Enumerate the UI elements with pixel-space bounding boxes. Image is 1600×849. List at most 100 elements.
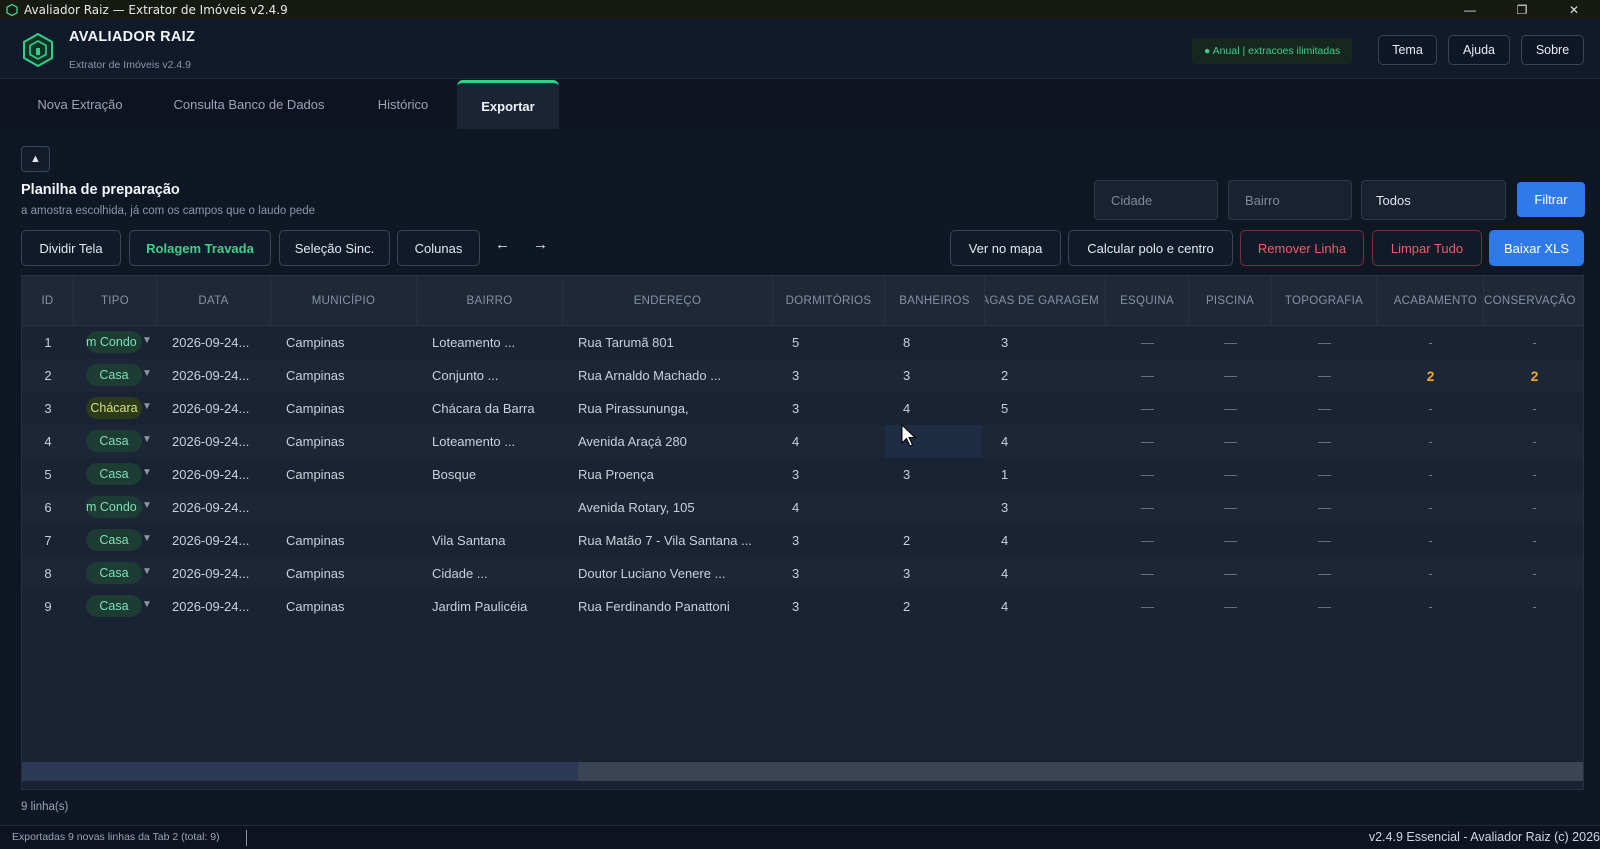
- cell-piscina[interactable]: —: [1189, 458, 1272, 491]
- cell-endereco[interactable]: Avenida Araçá 280: [578, 425, 773, 458]
- cell-id[interactable]: 6: [22, 491, 74, 524]
- cell-data[interactable]: 2026-09-24...: [172, 425, 271, 458]
- cell-conservacao[interactable]: -: [1484, 392, 1583, 425]
- type-pill[interactable]: Casa: [86, 529, 142, 551]
- cell-data[interactable]: 2026-09-24...: [172, 458, 271, 491]
- cell-esquina[interactable]: —: [1106, 524, 1189, 557]
- type-pill[interactable]: Casa: [86, 463, 142, 485]
- cell-id[interactable]: 3: [22, 392, 74, 425]
- cell-acabamento[interactable]: -: [1377, 557, 1484, 590]
- remove-row-button[interactable]: Remover Linha: [1240, 230, 1364, 266]
- cell-bairro[interactable]: Cidade ...: [432, 557, 563, 590]
- cell-piscina[interactable]: —: [1189, 359, 1272, 392]
- type-dropdown-caret-icon[interactable]: ▼: [142, 566, 152, 577]
- cell-piscina[interactable]: —: [1189, 590, 1272, 623]
- clear-all-button[interactable]: Limpar Tudo: [1372, 230, 1482, 266]
- cell-id[interactable]: 9: [22, 590, 74, 623]
- cell-esquina[interactable]: —: [1106, 326, 1189, 359]
- cell-piscina[interactable]: —: [1189, 326, 1272, 359]
- scrollbar-thumb[interactable]: [22, 762, 578, 781]
- cell-dormitorios[interactable]: 5: [792, 326, 885, 359]
- column-header-data[interactable]: DATA: [157, 276, 271, 326]
- cell-acabamento[interactable]: -: [1377, 425, 1484, 458]
- table-row[interactable]: Casa ▼ 4 2026-09-24... Campinas Loteamento ..…: [22, 425, 1583, 458]
- cell-municipio[interactable]: Campinas: [286, 524, 417, 557]
- tab-historico[interactable]: Histórico: [358, 80, 448, 129]
- cell-esquina[interactable]: —: [1106, 392, 1189, 425]
- cell-banheiros[interactable]: 3: [903, 557, 985, 590]
- type-filter-select[interactable]: Todos: [1361, 180, 1506, 220]
- cell-conservacao[interactable]: 2: [1484, 359, 1583, 392]
- cell-id[interactable]: 8: [22, 557, 74, 590]
- about-button[interactable]: Sobre: [1521, 35, 1584, 65]
- cell-endereco[interactable]: Rua Proença: [578, 458, 773, 491]
- type-pill[interactable]: Casa: [86, 562, 142, 584]
- scroll-left-arrow-icon[interactable]: ←: [495, 236, 510, 253]
- cell-bairro[interactable]: Conjunto ...: [432, 359, 563, 392]
- cell-acabamento[interactable]: -: [1377, 458, 1484, 491]
- table-row[interactable]: Casa ▼ 2 2026-09-24... Campinas Conjunto ... R…: [22, 359, 1583, 392]
- table-row[interactable]: m Condo ▼ 6 2026-09-24... Avenida Rotary, 10…: [22, 491, 1583, 524]
- cell-id[interactable]: 2: [22, 359, 74, 392]
- cell-dormitorios[interactable]: 3: [792, 590, 885, 623]
- cell-municipio[interactable]: Campinas: [286, 425, 417, 458]
- column-header-vagas[interactable]: VAGAS DE GARAGEM: [985, 276, 1106, 326]
- type-dropdown-caret-icon[interactable]: ▼: [142, 467, 152, 478]
- city-filter-input[interactable]: Cidade: [1094, 180, 1218, 220]
- type-pill[interactable]: m Condo: [86, 331, 142, 353]
- cell-vagas[interactable]: 3: [1001, 491, 1106, 524]
- tab-nova-extracao[interactable]: Nova Extração: [20, 80, 140, 129]
- cell-vagas[interactable]: 4: [1001, 425, 1106, 458]
- type-dropdown-caret-icon[interactable]: ▼: [142, 401, 152, 412]
- cell-topografia[interactable]: —: [1272, 590, 1377, 623]
- cell-topografia[interactable]: —: [1272, 524, 1377, 557]
- cell-bairro[interactable]: Bosque: [432, 458, 563, 491]
- columns-button[interactable]: Colunas: [397, 230, 480, 266]
- cell-esquina[interactable]: —: [1106, 425, 1189, 458]
- split-screen-button[interactable]: Dividir Tela: [21, 230, 121, 266]
- cell-vagas[interactable]: 1: [1001, 458, 1106, 491]
- scroll-right-arrow-icon[interactable]: →: [533, 236, 548, 253]
- restore-icon[interactable]: ❐: [1496, 0, 1548, 19]
- cell-endereco[interactable]: Doutor Luciano Venere ...: [578, 557, 773, 590]
- close-icon[interactable]: ✕: [1548, 0, 1600, 19]
- data-grid[interactable]: ID TIPO DATA MUNICÍPIO BAIRRO ENDEREÇO D…: [21, 275, 1584, 790]
- cell-topografia[interactable]: —: [1272, 326, 1377, 359]
- cell-id[interactable]: 7: [22, 524, 74, 557]
- cell-topografia[interactable]: —: [1272, 491, 1377, 524]
- cell-acabamento[interactable]: -: [1377, 392, 1484, 425]
- cell-topografia[interactable]: —: [1272, 392, 1377, 425]
- cell-id[interactable]: 4: [22, 425, 74, 458]
- cell-conservacao[interactable]: -: [1484, 590, 1583, 623]
- type-dropdown-caret-icon[interactable]: ▼: [142, 434, 152, 445]
- cell-banheiros[interactable]: 2: [903, 590, 985, 623]
- table-row[interactable]: Casa ▼ 9 2026-09-24... Campinas Jardim Paulic…: [22, 590, 1583, 623]
- cell-banheiros[interactable]: [903, 491, 985, 524]
- cell-data[interactable]: 2026-09-24...: [172, 524, 271, 557]
- column-header-piscina[interactable]: PISCINA: [1189, 276, 1272, 326]
- cell-endereco[interactable]: Rua Ferdinando Panattoni: [578, 590, 773, 623]
- type-dropdown-caret-icon[interactable]: ▼: [142, 335, 152, 346]
- cell-acabamento[interactable]: 2: [1377, 359, 1484, 392]
- cell-topografia[interactable]: —: [1272, 359, 1377, 392]
- type-pill[interactable]: Chácara: [86, 397, 142, 419]
- cell-esquina[interactable]: —: [1106, 458, 1189, 491]
- tab-exportar[interactable]: Exportar: [457, 80, 559, 129]
- cell-banheiros[interactable]: 3: [903, 359, 985, 392]
- cell-dormitorios[interactable]: 3: [792, 392, 885, 425]
- type-dropdown-caret-icon[interactable]: ▼: [142, 599, 152, 610]
- cell-conservacao[interactable]: -: [1484, 491, 1583, 524]
- cell-municipio[interactable]: [286, 491, 417, 524]
- calculate-centroid-button[interactable]: Calcular polo e centro: [1068, 230, 1233, 266]
- type-pill[interactable]: Casa: [86, 364, 142, 386]
- type-dropdown-caret-icon[interactable]: ▼: [142, 368, 152, 379]
- cell-esquina[interactable]: —: [1106, 557, 1189, 590]
- cell-esquina[interactable]: —: [1106, 491, 1189, 524]
- cell-banheiros[interactable]: 2: [903, 524, 985, 557]
- cell-endereco[interactable]: Rua Pirassununga,: [578, 392, 773, 425]
- cell-esquina[interactable]: —: [1106, 359, 1189, 392]
- cell-id[interactable]: 5: [22, 458, 74, 491]
- horizontal-scrollbar[interactable]: [22, 762, 1583, 781]
- type-pill[interactable]: Casa: [86, 595, 142, 617]
- cell-endereco[interactable]: Avenida Rotary, 105: [578, 491, 773, 524]
